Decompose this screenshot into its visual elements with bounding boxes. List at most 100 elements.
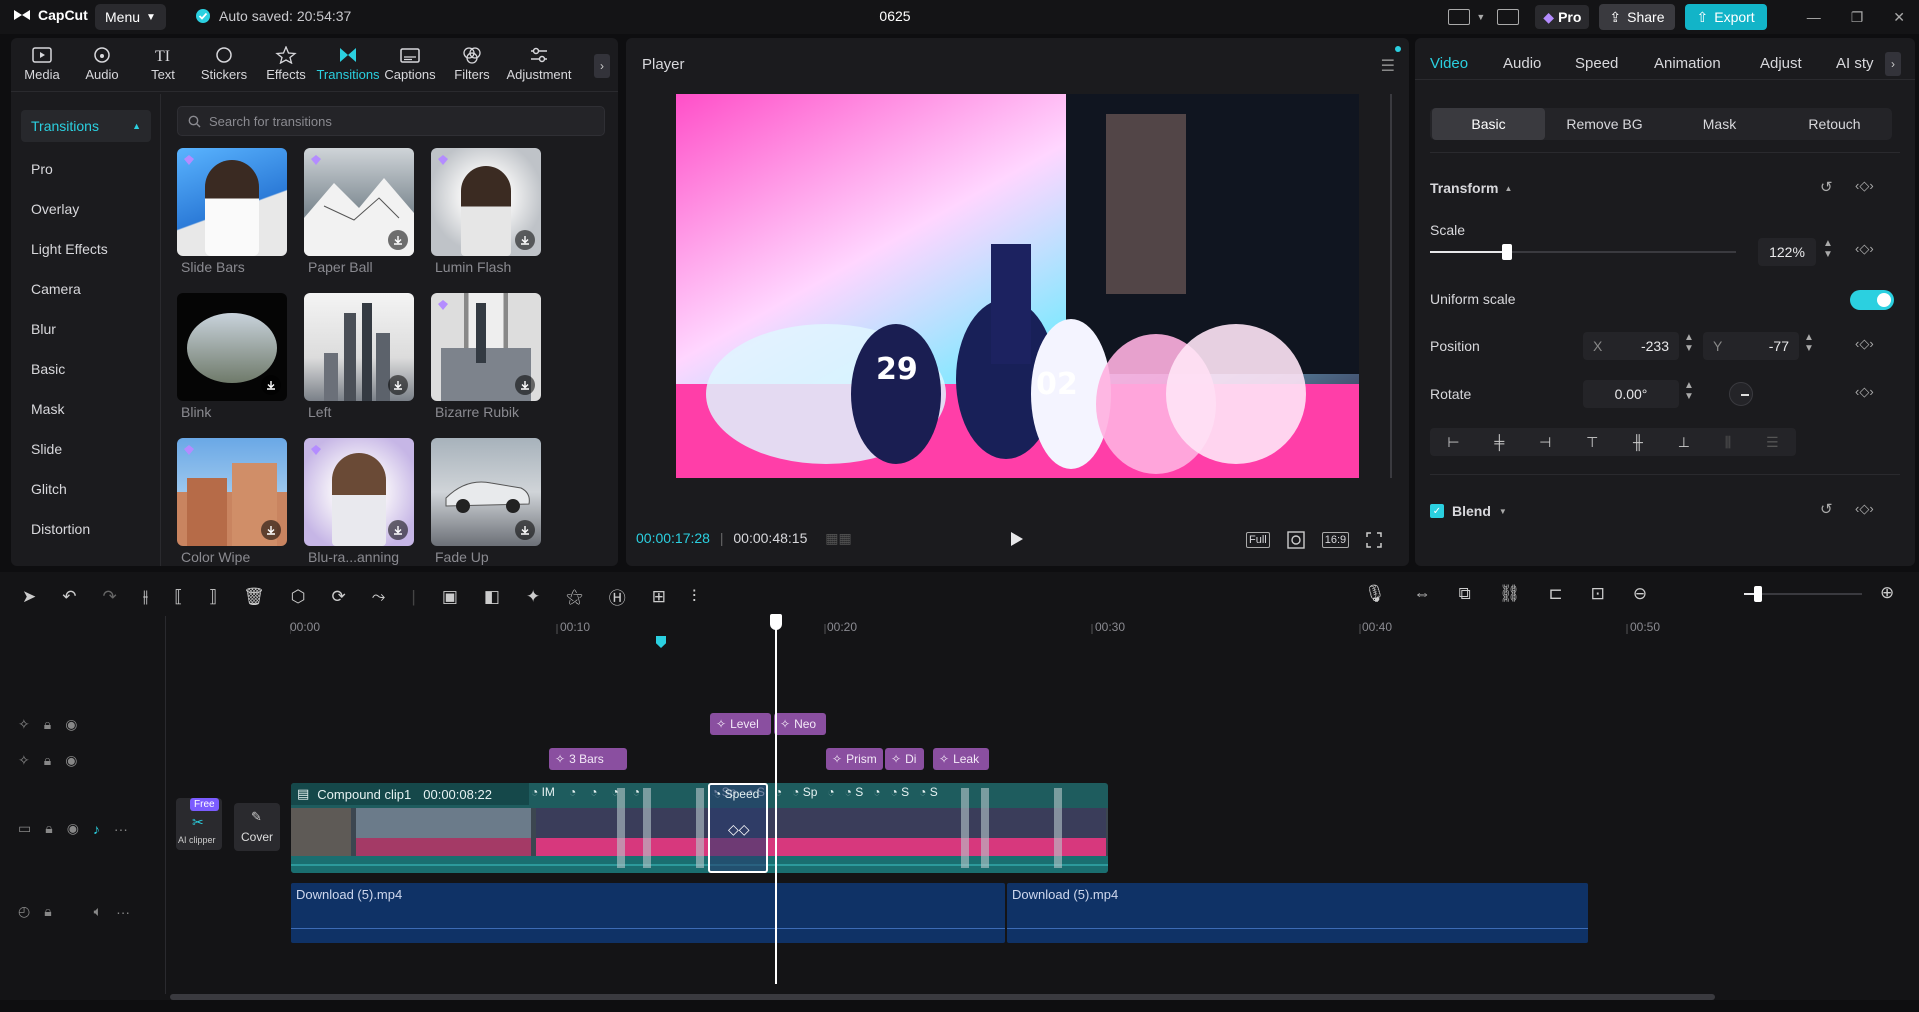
split-left-icon[interactable]: ⟦ [174,587,182,607]
audio-clip[interactable]: Download (5).mp4 [291,883,1005,943]
lock-icon[interactable]: 🔒︎ [44,752,51,769]
search-input[interactable]: Search for transitions [177,106,605,136]
chevron-right-icon[interactable]: › [594,54,610,78]
stepper-icon[interactable]: ▲ ▼ [1804,332,1814,354]
stepper-icon[interactable]: ▲ ▼ [1684,332,1694,354]
zoom-in-icon[interactable]: ⊕ [1880,583,1894,603]
eye-icon[interactable]: ◉ [65,752,77,769]
layout-icon[interactable] [1448,9,1471,25]
sidebar-item-light-effects[interactable]: Light Effects [31,241,108,257]
volume-icon[interactable]: 🔈︎ [94,903,102,920]
minimize-icon[interactable]: — [1807,9,1821,25]
delete-icon[interactable]: 🗑 [243,587,265,607]
ai-clipper-button[interactable]: Free ✂ AI clipper [176,798,222,850]
lock-icon[interactable]: 🔒︎ [45,820,52,837]
sidebar-item-glitch[interactable]: Glitch [31,481,67,497]
full-quality-button[interactable]: Full [1246,532,1270,548]
scale-slider-handle[interactable] [1501,244,1512,260]
subtab-mask[interactable]: Mask [1663,108,1776,140]
horizontal-scrollbar[interactable] [170,994,1715,1000]
restore-icon[interactable]: ❐ [1851,9,1864,26]
screenshot-icon[interactable] [1286,530,1306,550]
tab-ai-style[interactable]: AI sty [1836,55,1876,72]
distribute-v-icon[interactable]: ☰ [1766,434,1779,451]
close-icon[interactable]: ✕ [1893,9,1905,26]
magnet-icon[interactable]: ⧉ [1459,584,1471,604]
tool-audio[interactable]: Audio [71,46,133,82]
reset-icon[interactable]: ↺ [1820,500,1833,518]
cover-button[interactable]: ✎ Cover [234,803,280,851]
position-x-field[interactable]: X -233 [1583,332,1679,360]
sidebar-item-distortion[interactable]: Distortion [31,521,90,537]
tool-stickers[interactable]: Stickers [193,46,255,82]
distribute-h-icon[interactable]: ⫼ [1725,434,1731,451]
align-bottom-icon[interactable]: ⊥ [1678,434,1690,451]
tab-animation[interactable]: Animation [1654,55,1721,72]
download-icon[interactable] [515,520,535,540]
transition-tile[interactable] [431,293,541,401]
compound-clip-header[interactable]: ▤ Compound clip1 00:00:08:22 [291,783,529,805]
tool-transitions[interactable]: Transitions [316,46,380,82]
audio-mute-icon[interactable]: ♪ [93,821,100,837]
transition-tile[interactable] [304,148,414,256]
transition-tile[interactable] [431,438,541,546]
reset-icon[interactable]: ↺ [1820,178,1833,196]
position-y-field[interactable]: Y -77 [1703,332,1799,360]
pro-badge[interactable]: ◆ Pro [1535,5,1590,29]
transition-tile[interactable] [304,293,414,401]
tool-text[interactable]: TI Text [132,46,194,82]
undo-icon[interactable]: ↶ [62,587,76,607]
video-preview[interactable]: 29 02 [676,94,1359,478]
align-top-icon[interactable]: ⊤ [1586,434,1598,451]
sidebar-item-camera[interactable]: Camera [31,281,81,297]
hamburger-icon[interactable]: ☰ [1381,56,1395,76]
eye-icon[interactable]: ◉ [67,820,79,837]
speed-curve-icon[interactable]: ⤳ [372,587,386,607]
tool-effects[interactable]: Effects [255,46,317,82]
tool-adjustment[interactable]: Adjustment [504,46,574,82]
more-icon[interactable]: ··· [114,821,128,837]
lock-icon[interactable]: 🔒︎ [44,903,51,920]
blend-checkbox[interactable]: ✓ [1430,504,1444,518]
align-right-icon[interactable]: ⊣ [1539,434,1551,451]
keyframe-icon[interactable]: ‹◇› [1855,178,1874,194]
subtab-basic[interactable]: Basic [1432,108,1545,140]
align-center-v-icon[interactable]: ╫ [1633,434,1643,450]
download-icon[interactable] [261,520,281,540]
sidebar-item-blur[interactable]: Blur [31,321,56,337]
redo-icon[interactable]: ↷ [103,587,117,607]
eye-icon[interactable]: ◉ [65,716,77,733]
selected-clip[interactable]: ◔ Speed ◇◇ [708,783,768,873]
tab-video[interactable]: Video [1430,55,1468,72]
transform-section-header[interactable]: Transform ▲ [1430,180,1512,196]
keyframe-icon[interactable]: ‹◇› [1855,241,1874,257]
split-icon[interactable]: ⫲ [143,587,149,607]
fullscreen-icon[interactable] [1365,531,1383,549]
keyframe-icon[interactable]: ‹◇› [1855,501,1874,517]
select-cursor-icon[interactable]: ➤ [22,587,36,607]
transition-tile[interactable] [304,438,414,546]
chevron-down-icon[interactable]: ▼ [1476,12,1485,22]
mark-icon[interactable]: ⬡ [291,587,306,607]
keyframe-icon[interactable]: ‹◇› [1855,336,1874,352]
effect-clip-leak[interactable]: ✧ Leak [933,748,989,770]
align-center-h-icon[interactable]: ╪ [1494,434,1504,450]
download-icon[interactable] [515,375,535,395]
tab-speed[interactable]: Speed [1575,55,1618,72]
transition-tile[interactable] [431,148,541,256]
camera-tracking-icon[interactable]: ⊞ [652,587,666,607]
split-right-icon[interactable]: ⟧ [209,587,217,607]
stepper-icon[interactable]: ▲ ▼ [1684,380,1694,402]
play-button[interactable] [1010,531,1024,547]
menu-button[interactable]: Menu ▼ [95,4,166,30]
transition-tile[interactable] [177,438,287,546]
download-icon[interactable] [388,375,408,395]
video-track[interactable]: ▤ Compound clip1 00:00:08:22 ◔ IM ◔ ◔ ◔ … [291,783,1108,873]
stepper-icon[interactable]: ▲ ▼ [1823,238,1833,260]
subtab-remove-bg[interactable]: Remove BG [1548,108,1661,140]
sidebar-item-pro[interactable]: Pro [31,161,53,177]
auto-cutout-icon[interactable]: ✦ [526,587,540,607]
hd-icon[interactable]: Ⓗ [609,584,626,609]
effect-clip-neo[interactable]: ✧ Neo [774,713,826,735]
download-icon[interactable] [515,230,535,250]
